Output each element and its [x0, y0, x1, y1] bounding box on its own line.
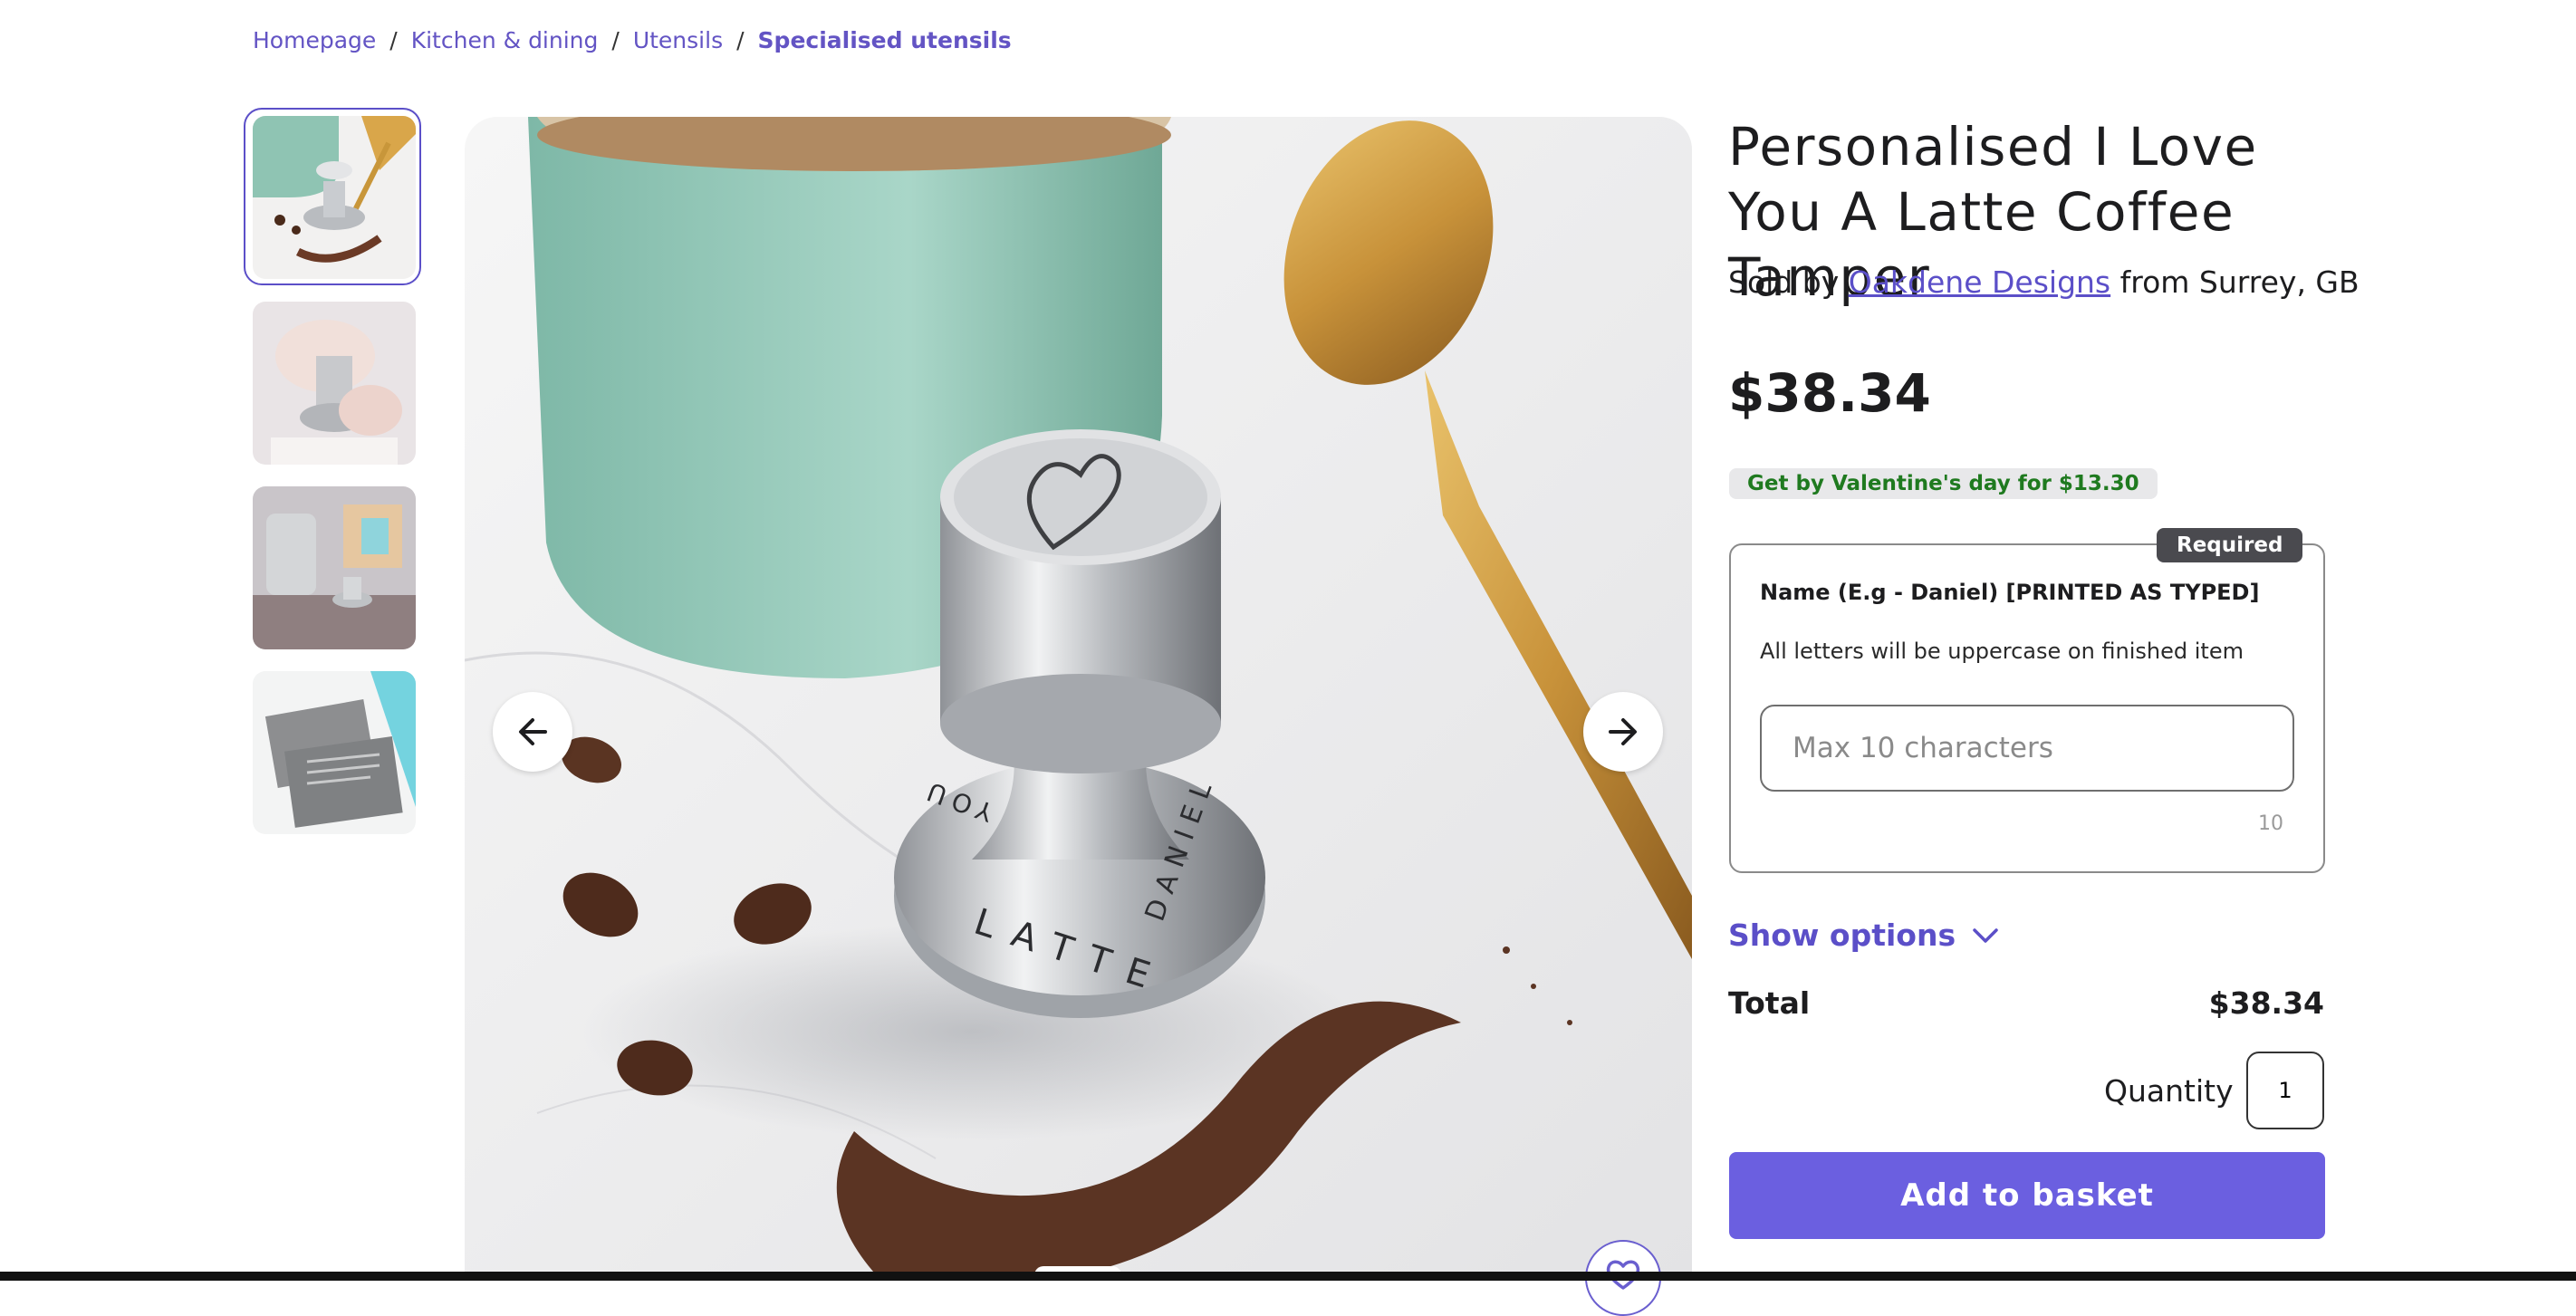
total-label: Total [1728, 985, 1811, 1021]
total-value: $38.34 [2208, 985, 2324, 1021]
show-options-toggle[interactable]: Show options [1728, 917, 1999, 953]
seller-prefix: Sold by [1728, 264, 1840, 300]
window-bottom-edge [0, 1272, 2576, 1281]
breadcrumb-separator: / [736, 27, 745, 53]
breadcrumb-utensils[interactable]: Utensils [633, 27, 723, 53]
breadcrumb: Homepage / Kitchen & dining / Utensils /… [253, 27, 1012, 53]
main-product-image: LATTE DANIEL YOU [465, 117, 1692, 1281]
thumbnail-4[interactable] [253, 671, 416, 834]
personalisation-label: Name (E.g - Daniel) [PRINTED AS TYPED] [1760, 580, 2260, 605]
breadcrumb-current[interactable]: Specialised utensils [758, 27, 1012, 53]
breadcrumb-separator: / [611, 27, 620, 53]
breadcrumb-homepage[interactable]: Homepage [253, 27, 376, 53]
name-input[interactable] [1760, 705, 2294, 792]
product-price: $38.34 [1728, 362, 1931, 424]
chevron-down-icon [1973, 927, 1998, 943]
arrow-left-icon [519, 718, 547, 745]
seller-location: from Surrey, GB [2119, 264, 2360, 300]
delivery-badge: Get by Valentine's day for $13.30 [1729, 468, 2158, 499]
breadcrumb-separator: / [389, 27, 398, 53]
seller-link[interactable]: Oakdene Designs [1849, 264, 2110, 300]
seller-info: Sold by Oakdene Designs from Surrey, GB [1728, 264, 2360, 300]
thumbnail-2[interactable] [253, 302, 416, 465]
personalisation-help-text: All letters will be uppercase on finishe… [1760, 639, 2244, 664]
thumbnail-3[interactable] [253, 486, 416, 649]
quantity-label: Quantity [2104, 1073, 2234, 1109]
character-counter: 10 [2258, 812, 2283, 835]
thumbnail-1[interactable] [253, 116, 416, 279]
arrow-right-icon [1609, 718, 1637, 745]
breadcrumb-kitchen-dining[interactable]: Kitchen & dining [411, 27, 599, 53]
required-badge: Required [2157, 528, 2303, 562]
previous-image-button[interactable] [493, 692, 572, 772]
quantity-input[interactable] [2246, 1052, 2324, 1129]
add-to-basket-button[interactable]: Add to basket [1729, 1152, 2325, 1239]
next-image-button[interactable] [1583, 692, 1663, 772]
show-options-label: Show options [1728, 917, 1956, 953]
